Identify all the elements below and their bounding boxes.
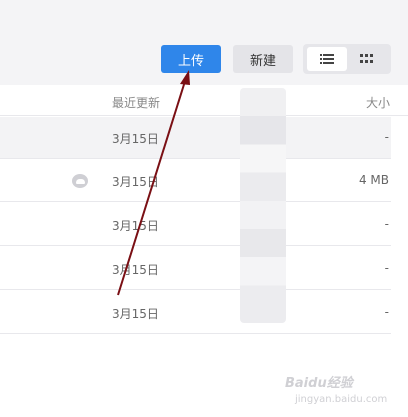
baidu-watermark: Baidu经验 jingyan.baidu.com (285, 370, 405, 415)
watermark-logo: Baidu经验 (285, 376, 353, 391)
annotation-arrow (117, 70, 190, 296)
watermark-url: jingyan.baidu.com (295, 394, 388, 405)
